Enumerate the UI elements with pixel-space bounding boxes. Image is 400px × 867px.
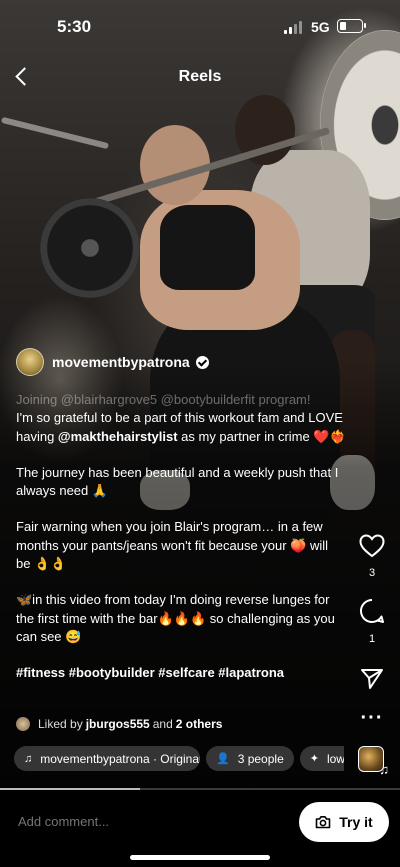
try-it-button[interactable]: Try it [299,802,389,842]
comment-count[interactable]: 1 [355,633,389,645]
author-username[interactable]: movementbypatrona [52,354,190,370]
ceiling-light [0,116,110,150]
people-chip-label: 3 people [237,751,284,766]
caption-paragraph: 🦋in this video from today I'm doing reve… [16,592,335,644]
try-it-label: Try it [339,814,373,830]
audio-chip[interactable]: ♫ movementbypatrona · Original audio [14,746,200,771]
add-comment-input[interactable] [18,814,258,829]
info-chips: ♫ movementbypatrona · Original audio 👤 3… [14,746,344,772]
post-caption[interactable]: Joining @blairhargrove5 @bootybuilderfit… [16,391,346,683]
music-note-icon: ♫ [379,762,389,777]
person-icon: 👤 [216,753,230,765]
sparkle-icon: ✦ [309,753,319,765]
like-count[interactable]: 3 [355,567,389,579]
avatar [16,717,30,731]
comment-icon [360,598,384,623]
weight-plate [40,198,140,298]
effect-chip-label: low effort [326,751,344,766]
camera-icon [315,816,331,829]
caption-paragraph: Fair warning when you join Blair's progr… [16,519,329,572]
more-options-button[interactable]: ··· [355,708,389,728]
liked-by-others[interactable]: 2 others [176,717,223,731]
caption-faded-line: Joining @blairhargrove5 @bootybuilderfit… [16,392,311,407]
liked-by[interactable]: Liked by jburgos555 and 2 others [16,717,225,731]
liked-by-and: and [152,717,173,731]
signal-icon [284,21,304,34]
share-button[interactable] [355,668,389,695]
caption-paragraph: The journey has been beautiful and a wee… [16,464,339,499]
caption-hashtags[interactable]: #fitness #bootybuilder #selfcare #lapatr… [16,664,346,682]
caption-text: as my partner in crime ❤️❤️‍🔥 [177,428,346,444]
athlete-top [160,205,255,290]
battery-icon [337,19,366,33]
network-type: 5G [311,19,330,35]
status-time: 5:30 [57,17,92,36]
avatar[interactable] [16,348,44,376]
effect-chip[interactable]: ✦ low effort [299,746,344,771]
audio-chip-label: movementbypatrona · Original audio [40,751,200,766]
caption-mention[interactable]: @makthehairstylist [58,429,178,444]
post-author[interactable]: movementbypatrona [16,347,209,377]
page-title: Reels [178,68,222,85]
verified-badge-icon [195,355,209,369]
home-indicator [130,855,270,860]
status-bar: 5:30 5G [0,0,400,52]
music-note-icon: ♫ [24,752,33,765]
audio-thumbnail[interactable]: ♫ [358,746,389,777]
people-tag-chip[interactable]: 👤 3 people [206,746,294,771]
liked-by-prefix: Liked by [38,717,83,731]
like-button[interactable]: 3 [355,534,389,579]
athlete-head [140,125,210,205]
comment-button[interactable]: 1 [355,598,389,645]
send-icon [361,669,383,689]
comment-bar: Try it [0,790,400,867]
liked-by-user[interactable]: jburgos555 [86,717,150,731]
caption-paragraph: I'm so grateful to be a part of this wor… [16,409,346,446]
more-icon: ··· [360,707,384,729]
battery-level [340,22,346,30]
heart-icon [359,534,385,558]
